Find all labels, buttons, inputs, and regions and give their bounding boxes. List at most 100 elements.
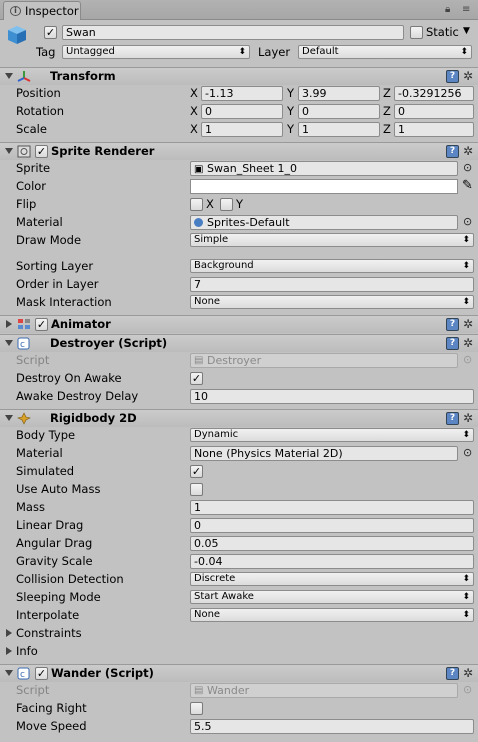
static-checkbox[interactable]	[410, 26, 423, 39]
foldout-arrow-icon[interactable]	[5, 340, 13, 346]
dropdown-caret-icon: ⬍	[462, 610, 470, 620]
draw-mode-dropdown[interactable]: Simple ⬍	[190, 233, 474, 247]
help-icon[interactable]: ?	[446, 337, 459, 350]
dropdown-caret-icon: ⬍	[462, 297, 470, 307]
wander-header[interactable]: c ✓ Wander (Script) ? ✲	[0, 664, 478, 682]
static-dropdown-arrow-icon[interactable]: ▼	[463, 26, 470, 36]
scale-x-input[interactable]: 1	[201, 122, 283, 137]
help-icon[interactable]: ?	[446, 318, 459, 331]
order-in-layer-input[interactable]: 7	[190, 277, 474, 292]
simulated-checkbox[interactable]: ✓	[190, 465, 203, 478]
mass-input[interactable]: 1	[190, 500, 474, 515]
position-y-input[interactable]: 3.99	[298, 86, 380, 101]
sprite-renderer-title: Sprite Renderer	[51, 144, 155, 158]
linear-drag-input[interactable]: 0	[190, 518, 474, 533]
gear-icon[interactable]: ✲	[463, 70, 473, 82]
scale-z-input[interactable]: 1	[394, 122, 474, 137]
help-icon[interactable]: ?	[446, 412, 459, 425]
gravity-scale-input[interactable]: -0.04	[190, 554, 474, 569]
scale-x-label[interactable]: X	[190, 122, 198, 136]
flip-y-checkbox[interactable]	[220, 198, 233, 211]
info-foldout[interactable]: Info	[16, 644, 38, 658]
rotation-z-input[interactable]: 0	[394, 104, 474, 119]
wander-script-field: ▤ Wander	[190, 683, 458, 698]
scale-y-label[interactable]: Y	[287, 122, 294, 136]
info-foldout-arrow-icon[interactable]	[6, 647, 12, 655]
sorting-layer-dropdown[interactable]: Background ⬍	[190, 259, 474, 273]
color-swatch[interactable]	[190, 179, 458, 194]
position-z-label[interactable]: Z	[383, 86, 391, 100]
sprite-object-field[interactable]: ▣ Swan_Sheet 1_0	[190, 161, 458, 176]
tag-dropdown[interactable]: Untagged ⬍	[62, 45, 250, 59]
scale-y-input[interactable]: 1	[298, 122, 380, 137]
destroy-on-awake-checkbox[interactable]: ✓	[190, 372, 203, 385]
help-icon[interactable]: ?	[446, 70, 459, 83]
foldout-arrow-icon[interactable]	[5, 670, 13, 676]
rotation-y-label[interactable]: Y	[287, 104, 294, 118]
position-y-label[interactable]: Y	[287, 86, 294, 100]
use-auto-mass-label: Use Auto Mass	[16, 482, 101, 496]
object-picker-icon[interactable]: ⊙	[463, 161, 472, 174]
angular-drag-input[interactable]: 0.05	[190, 536, 474, 551]
svg-text:c: c	[20, 670, 25, 680]
rotation-z-label[interactable]: Z	[383, 104, 391, 118]
gear-icon[interactable]: ✲	[463, 145, 473, 157]
tab-inspector[interactable]: i Inspector	[3, 1, 81, 20]
interpolate-dropdown[interactable]: None ⬍	[190, 608, 474, 622]
foldout-arrow-icon[interactable]	[5, 73, 13, 79]
help-icon[interactable]: ?	[446, 667, 459, 680]
foldout-arrow-icon[interactable]	[6, 320, 12, 328]
foldout-arrow-icon[interactable]	[5, 415, 13, 421]
facing-right-checkbox[interactable]	[190, 702, 203, 715]
sprite-renderer-enabled-checkbox[interactable]: ✓	[35, 145, 48, 158]
transform-header[interactable]: Transform ? ✲	[0, 67, 478, 85]
lock-icon[interactable]: 🔒︎	[445, 4, 451, 15]
mask-interaction-dropdown[interactable]: None ⬍	[190, 295, 474, 309]
animator-header[interactable]: ✓ Animator ? ✲	[0, 315, 478, 333]
gear-icon[interactable]: ✲	[463, 337, 473, 349]
sleeping-mode-dropdown[interactable]: Start Awake ⬍	[190, 590, 474, 604]
position-x-input[interactable]: -1.13	[201, 86, 283, 101]
help-icon[interactable]: ?	[446, 145, 459, 158]
gear-icon[interactable]: ✲	[463, 318, 473, 330]
use-auto-mass-checkbox[interactable]	[190, 483, 203, 496]
rigidbody2d-header[interactable]: Rigidbody 2D ? ✲	[0, 409, 478, 427]
physics-material-field[interactable]: None (Physics Material 2D)	[190, 446, 458, 461]
constraints-foldout[interactable]: Constraints	[16, 626, 82, 640]
body-type-dropdown[interactable]: Dynamic ⬍	[190, 428, 474, 442]
sprite-renderer-header[interactable]: ✓ Sprite Renderer ? ✲	[0, 142, 478, 160]
position-x-label[interactable]: X	[190, 86, 198, 100]
flip-x-checkbox[interactable]	[190, 198, 203, 211]
dropdown-caret-icon: ⬍	[460, 47, 468, 57]
object-picker-icon: ⊙	[463, 353, 473, 366]
object-picker-icon[interactable]: ⊙	[463, 215, 472, 228]
move-speed-input[interactable]: 5.5	[190, 719, 474, 734]
script-file-icon: ▤	[194, 355, 204, 366]
active-checkbox[interactable]: ✓	[44, 26, 57, 39]
position-z-input[interactable]: -0.3291256	[394, 86, 474, 101]
rotation-x-label[interactable]: X	[190, 104, 198, 118]
rotation-y-input[interactable]: 0	[298, 104, 380, 119]
wander-enabled-checkbox[interactable]: ✓	[35, 667, 48, 680]
eyedropper-icon[interactable]: ✎	[462, 178, 473, 193]
awake-destroy-delay-input[interactable]: 10	[190, 389, 474, 404]
scale-z-label[interactable]: Z	[383, 122, 391, 136]
constraints-foldout-arrow-icon[interactable]	[6, 629, 12, 637]
object-name-input[interactable]: Swan	[62, 25, 404, 40]
svg-text:c: c	[20, 340, 25, 350]
body-type-value: Dynamic	[194, 429, 239, 440]
move-speed-label: Move Speed	[16, 719, 87, 733]
awake-destroy-delay-label: Awake Destroy Delay	[16, 389, 139, 403]
collision-detection-dropdown[interactable]: Discrete ⬍	[190, 572, 474, 586]
object-picker-icon[interactable]: ⊙	[463, 446, 472, 459]
animator-enabled-checkbox[interactable]: ✓	[35, 318, 48, 331]
layer-dropdown[interactable]: Default ⬍	[298, 45, 472, 59]
menu-icon[interactable]: ≡	[462, 4, 471, 15]
gear-icon[interactable]: ✲	[463, 667, 473, 679]
material-object-field[interactable]: Sprites-Default	[190, 215, 458, 230]
foldout-arrow-icon[interactable]	[5, 148, 13, 154]
destroyer-header[interactable]: c Destroyer (Script) ? ✲	[0, 334, 478, 352]
rotation-x-input[interactable]: 0	[201, 104, 283, 119]
gear-icon[interactable]: ✲	[463, 412, 473, 424]
simulated-label: Simulated	[16, 464, 75, 478]
